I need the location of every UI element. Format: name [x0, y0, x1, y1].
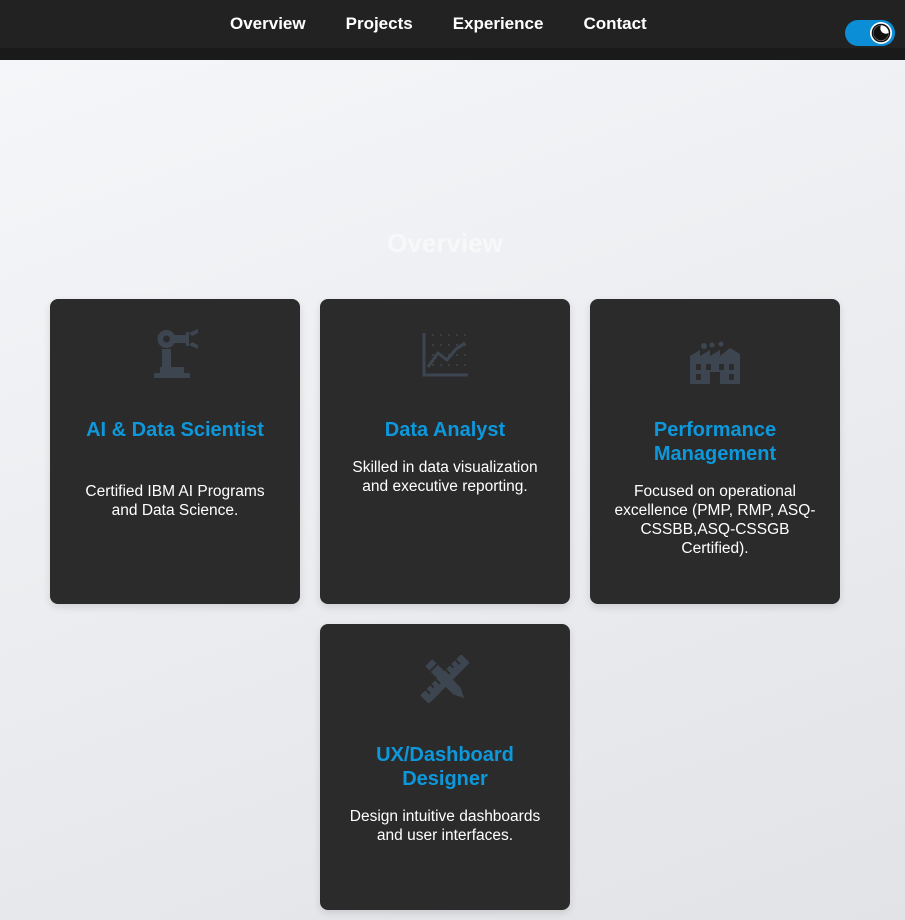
robot-arm-icon: [154, 329, 198, 378]
card-ai-data-scientist: AI & Data Scientist Certified IBM AI Pro…: [50, 299, 300, 604]
nav-link-experience[interactable]: Experience: [433, 0, 564, 48]
nav-links: Overview Projects Experience Contact: [210, 0, 667, 48]
card-title: Performance Management: [653, 419, 777, 465]
industry-icon: [690, 341, 740, 384]
card-description: Skilled in data visualization and execut…: [352, 459, 538, 495]
card-performance-management: Performance Management Focused on operat…: [590, 299, 840, 604]
card-title: UX/Dashboard Designer: [376, 744, 514, 790]
theme-toggle[interactable]: [845, 20, 895, 46]
top-navbar: Overview Projects Experience Contact: [0, 0, 905, 48]
card-ux-dashboard-designer: UX/Dashboard Designer Design intuitive d…: [320, 624, 570, 910]
navbar-underbar: [0, 48, 905, 60]
nav-link-projects[interactable]: Projects: [326, 0, 433, 48]
line-chart-icon: [422, 333, 468, 377]
card-description: Design intuitive dashboards and user int…: [349, 808, 541, 844]
toggle-knob: [870, 22, 892, 44]
ruler-pencil-icon: [420, 654, 470, 704]
nav-link-overview[interactable]: Overview: [210, 0, 326, 48]
moon-icon: [871, 23, 891, 43]
section-title-overview: Overview: [387, 228, 503, 258]
card-title: Data Analyst: [384, 419, 506, 441]
card-description: Focused on operational excellence (PMP, …: [614, 483, 816, 557]
card-description: Certified IBM AI Programs and Data Scien…: [85, 483, 265, 519]
nav-link-contact[interactable]: Contact: [563, 0, 666, 48]
card-title: AI & Data Scientist: [86, 419, 264, 441]
card-data-analyst: Data Analyst Skilled in data visualizati…: [320, 299, 570, 604]
